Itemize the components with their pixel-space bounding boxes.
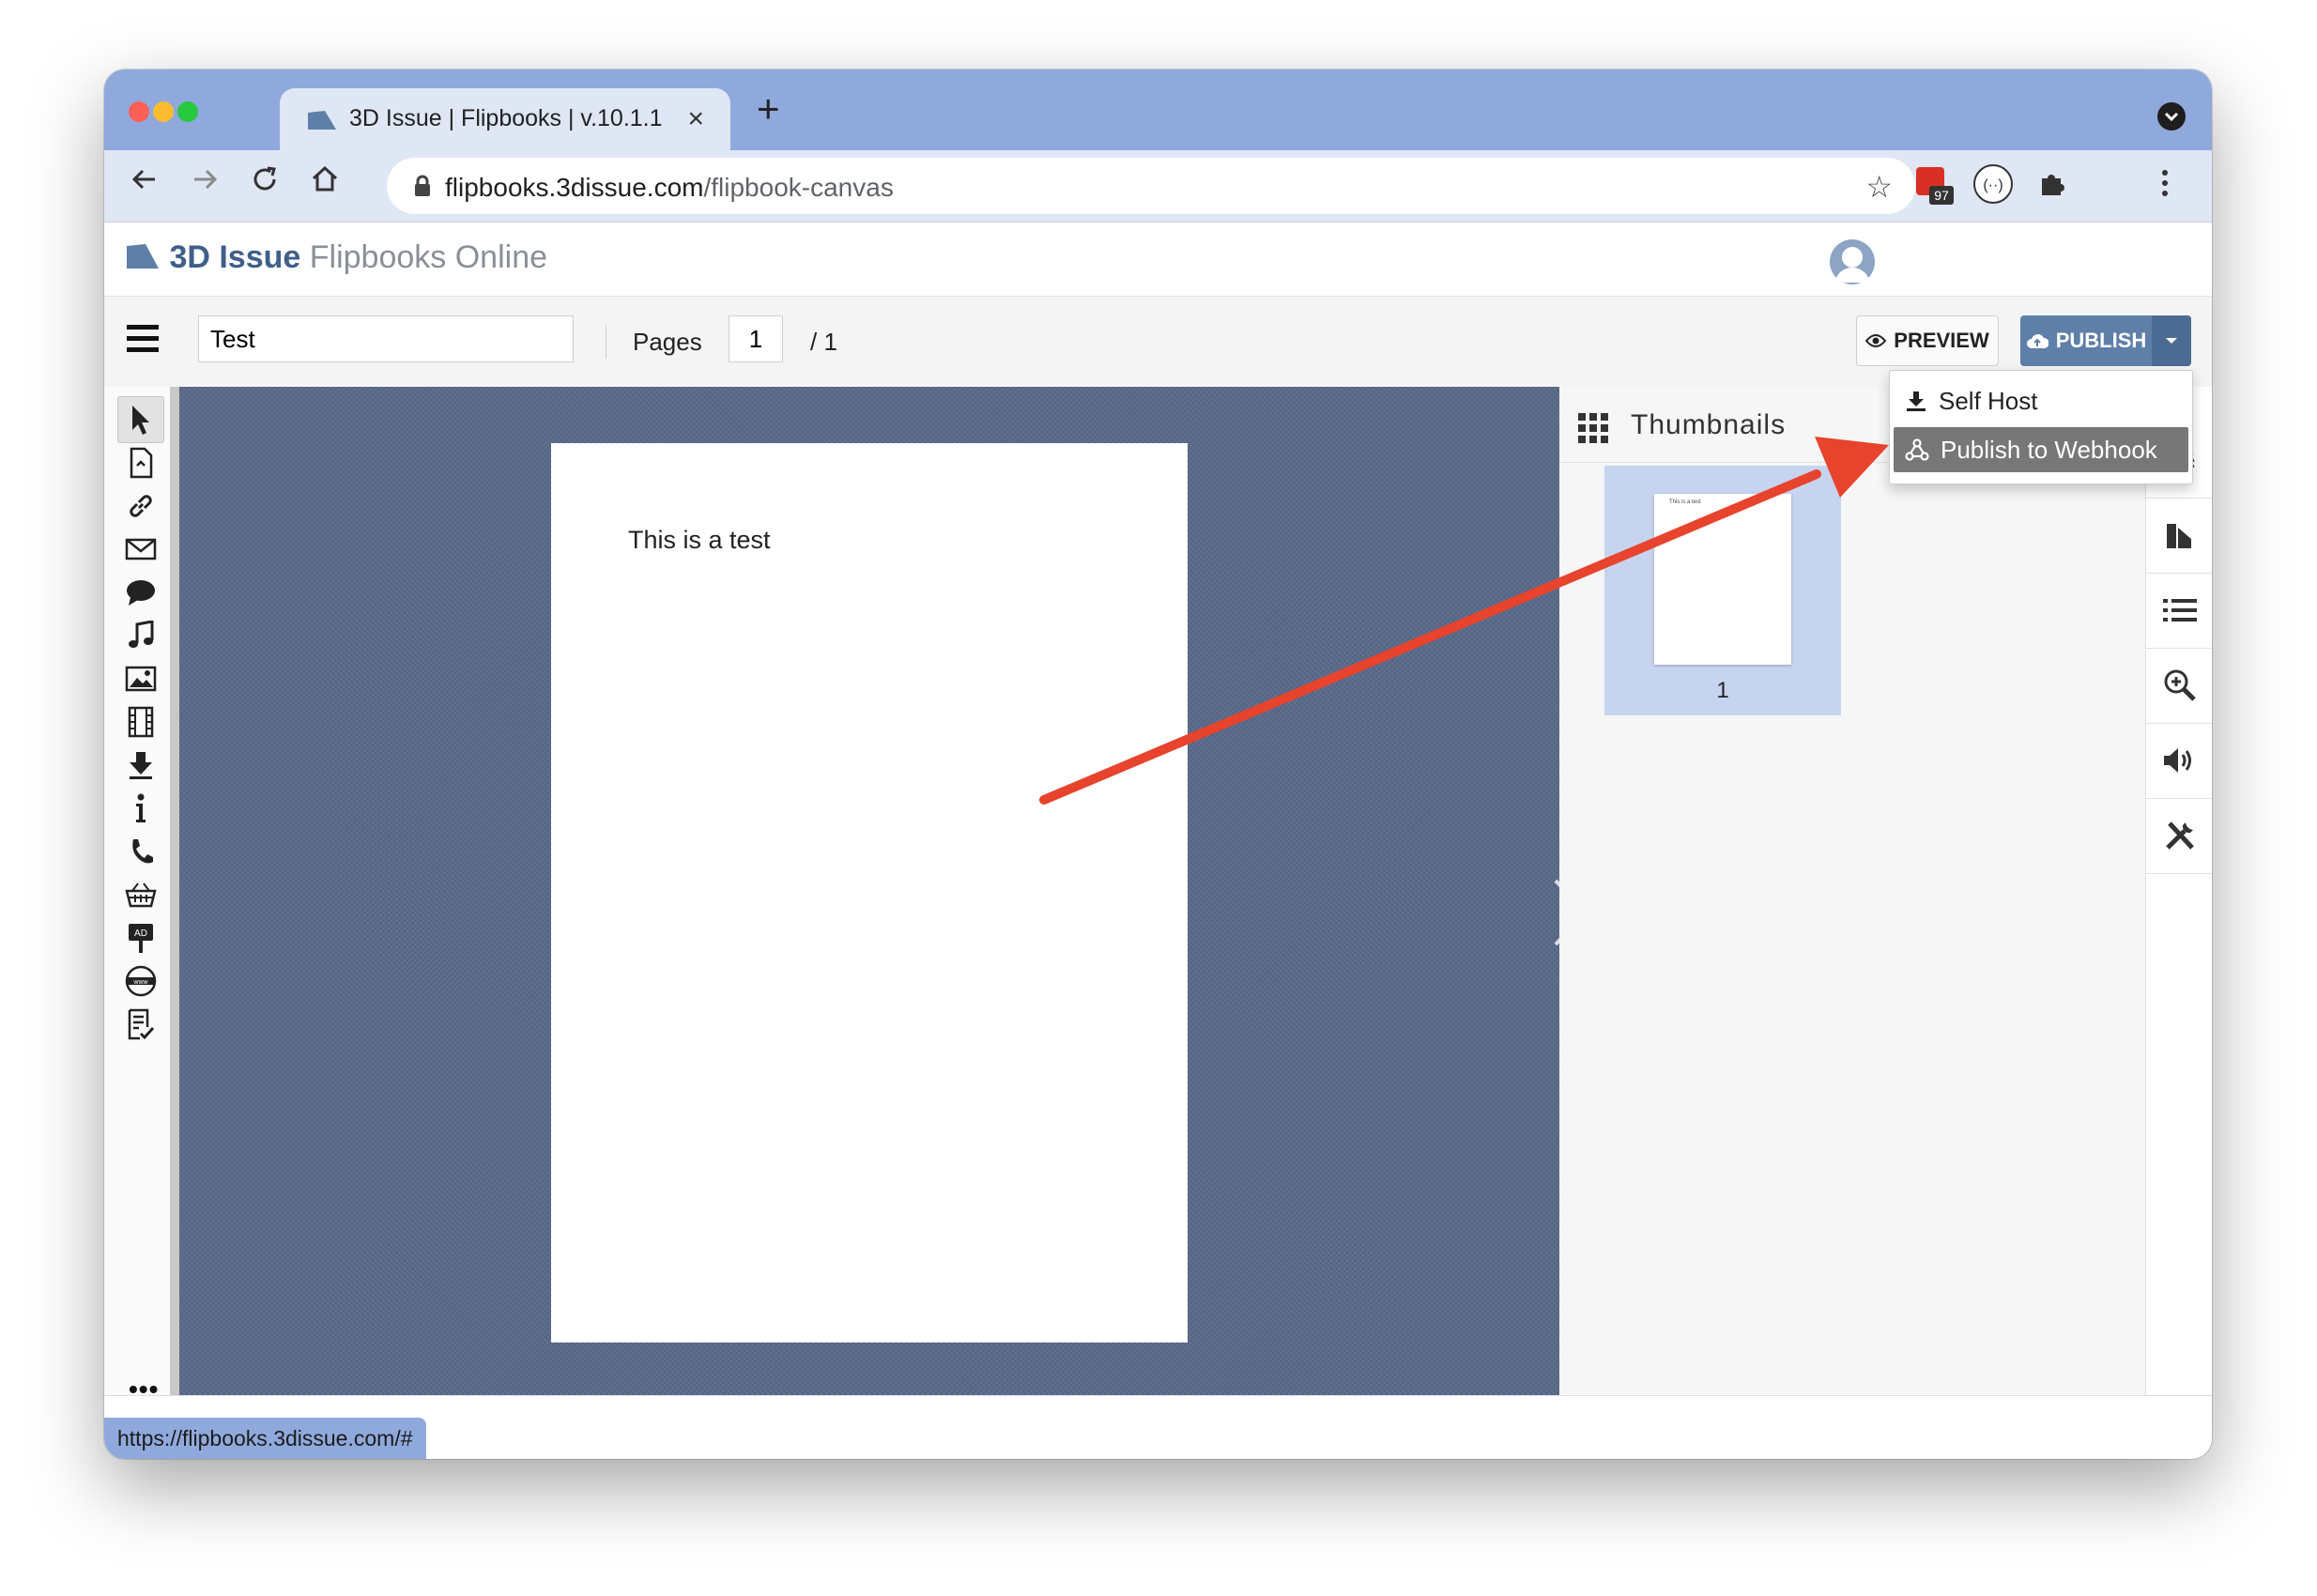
thumbnail-page-preview: This is a test [1654,494,1791,665]
thumbnails-title: Thumbnails [1631,409,1787,440]
status-bar-url: https://flipbooks.3dissue.com/# [104,1418,426,1459]
url-text: flipbooks.3dissue.com/flipbook-canvas [445,173,894,202]
minimize-window-button[interactable] [153,101,174,122]
browser-titlebar: 3D Issue | Flipbooks | v.10.1.1 × + [104,69,2212,150]
right-tool-sidebar [2145,387,2212,1395]
publish-dropdown-menu: Self Host Publish to Webhook [1889,370,2193,484]
email-icon[interactable] [117,526,164,573]
download-icon[interactable] [117,742,164,789]
home-button[interactable] [309,163,341,204]
calendar-extension-icon[interactable]: 97 [1914,163,1954,211]
style-icon[interactable] [2146,498,2212,574]
tab-title: 3D Issue | Flipbooks | v.10.1.1 [349,105,663,131]
cloud-upload-icon [2026,334,2048,348]
browser-toolbar: flipbooks.3dissue.com/flipbook-canvas ☆ … [104,150,2212,223]
zoom-window-button[interactable] [177,101,198,122]
download-icon [1907,391,1926,411]
page-text-box[interactable]: This is a test [628,526,771,555]
thumbnail-item[interactable]: This is a test 1 [1604,466,1841,715]
self-host-menu-item[interactable]: Self Host [1894,378,2188,423]
svg-text:AD: AD [134,928,147,939]
svg-text:www: www [132,979,148,986]
tab-close-icon[interactable]: × [687,103,704,135]
link-icon[interactable] [117,483,164,529]
zoom-icon[interactable] [2146,648,2212,724]
product-name: Flipbooks Online [309,239,548,275]
site-favicon-icon [306,109,338,136]
caret-down-icon [2166,338,2177,344]
left-tool-sidebar: AD www [104,387,180,1395]
menu-hamburger-icon[interactable] [127,325,159,353]
thumbnails-panel: Thumbnails This is a test 1 [1559,387,2145,1395]
preview-button[interactable]: PREVIEW [1856,315,1999,366]
video-icon[interactable] [117,698,164,745]
svg-text:97: 97 [1934,188,1949,203]
lock-icon[interactable] [413,175,432,202]
app-header: 3D Issue Flipbooks Online [104,223,2212,297]
music-icon[interactable] [117,612,164,659]
total-pages: / 1 [810,328,837,356]
comment-icon[interactable] [117,569,164,616]
svg-text:(··): (··) [1983,177,2002,193]
address-bar[interactable]: flipbooks.3dissue.com/flipbook-canvas ☆ [387,158,1915,214]
grid-icon [1578,413,1608,448]
publish-button-group: PUBLISH [2020,315,2191,366]
logo-icon [127,244,159,269]
eye-icon [1865,334,1887,347]
image-icon[interactable] [117,655,164,702]
preview-label: PREVIEW [1894,329,1989,352]
publish-to-webhook-label: Publish to Webhook [1941,435,2157,464]
web-icon[interactable]: www [117,958,164,1005]
editor-canvas[interactable]: This is a test [179,387,1588,1395]
browser-window: 3D Issue | Flipbooks | v.10.1.1 × + flip… [104,69,2212,1459]
shopping-basket-icon[interactable] [117,871,164,918]
flipbook-title-input[interactable] [198,315,574,362]
form-checklist-icon[interactable] [117,1001,164,1048]
reload-button[interactable] [249,163,281,204]
thumbnail-page-number: 1 [1716,678,1729,703]
phone-icon[interactable] [117,828,164,875]
brand-name: 3D Issue [169,239,301,275]
close-window-button[interactable] [129,101,149,122]
publish-to-webhook-menu-item[interactable]: Publish to Webhook [1894,427,2188,472]
audio-icon[interactable] [2146,723,2212,799]
left-sidebar-scrollbar[interactable] [170,387,179,1395]
bookmark-star-icon[interactable]: ☆ [1865,169,1893,205]
publish-button[interactable]: PUBLISH [2020,315,2152,366]
user-avatar[interactable] [1830,239,1875,284]
thumbnail-preview-text: This is a test [1669,499,1701,505]
list-icon[interactable] [2146,573,2212,649]
current-page-input[interactable] [729,315,783,362]
browser-tab[interactable]: 3D Issue | Flipbooks | v.10.1.1 × [280,88,730,150]
publish-dropdown-toggle[interactable] [2152,315,2191,366]
pages-label: Pages [633,328,702,356]
info-icon[interactable] [117,785,164,832]
extensions-puzzle-icon[interactable] [2036,167,2068,204]
app-logo[interactable]: 3D Issue Flipbooks Online [125,239,547,276]
select-arrow-icon[interactable] [117,396,164,443]
browser-menu-icon[interactable] [2158,167,2171,204]
settings-tools-icon[interactable] [2146,798,2212,874]
back-button[interactable] [129,163,161,204]
webhook-icon [1905,438,1929,461]
tab-search-button[interactable] [2157,102,2186,130]
forward-button[interactable] [189,163,221,204]
code-extension-icon[interactable]: (··) [1972,163,2014,209]
self-host-label: Self Host [1939,386,2038,415]
publish-label: PUBLISH [2055,329,2147,352]
ad-sign-icon[interactable]: AD [117,914,164,961]
flipbook-page[interactable]: This is a test [551,443,1188,1343]
page-icon[interactable] [117,439,164,486]
new-tab-button[interactable]: + [757,86,780,131]
